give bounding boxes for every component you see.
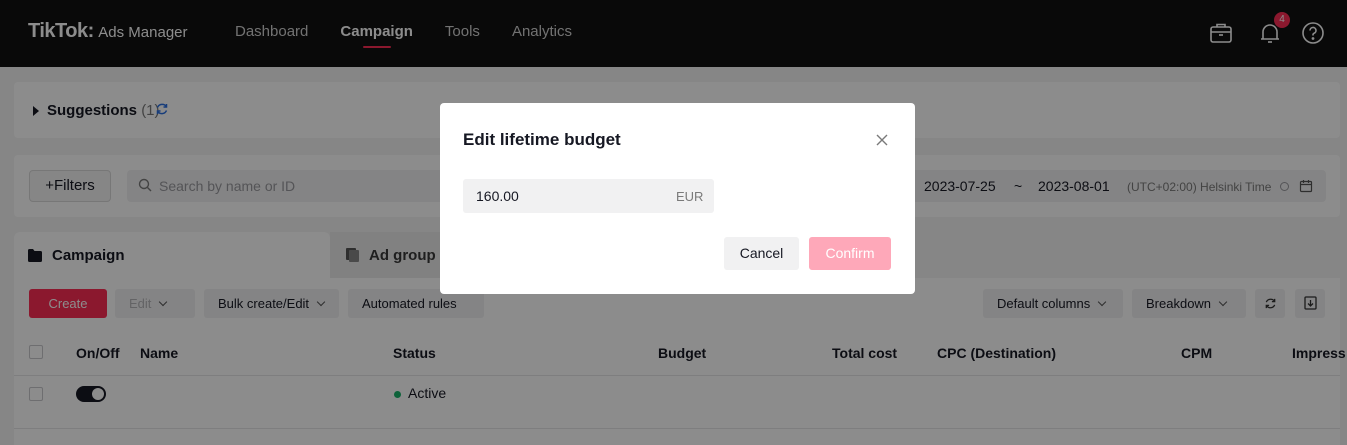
edit-budget-modal: Edit lifetime budget EUR Cancel Confirm bbox=[440, 103, 915, 294]
confirm-button[interactable]: Confirm bbox=[809, 237, 891, 270]
close-icon[interactable] bbox=[875, 133, 889, 147]
currency-label: EUR bbox=[676, 189, 704, 204]
cancel-button[interactable]: Cancel bbox=[724, 237, 799, 270]
modal-title: Edit lifetime budget bbox=[463, 130, 621, 149]
